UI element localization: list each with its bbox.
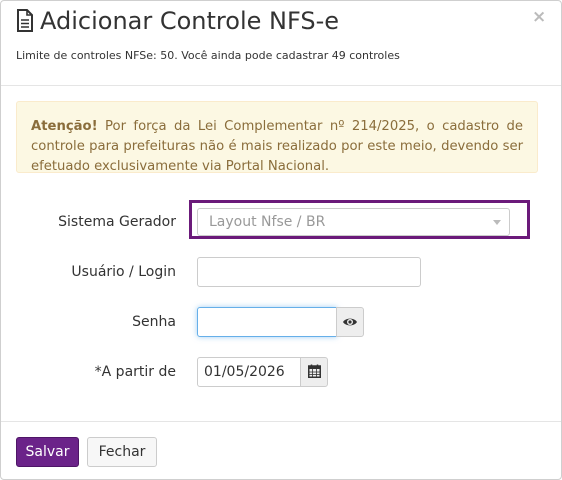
a-partir-de-label: *A partir de (94, 364, 176, 380)
modal-footer: Salvar Fechar (1, 421, 561, 479)
usuario-label: Usuário / Login (71, 264, 176, 280)
alert-body: Por força da Lei Complementar nº 214/202… (31, 119, 523, 174)
document-icon (16, 9, 34, 33)
alert-strong: Atenção! (31, 119, 98, 134)
modal-title: Adicionar Controle NFS-e (40, 7, 340, 35)
date-picker-button[interactable] (300, 357, 328, 387)
sistema-gerador-placeholder: Layout Nfse / BR (209, 214, 326, 230)
eye-icon (342, 313, 358, 332)
save-button[interactable]: Salvar (16, 437, 79, 467)
close-icon[interactable]: × (532, 7, 546, 27)
modal-dialog: Adicionar Controle NFS-e × Limite de con… (0, 0, 562, 480)
sistema-gerador-label: Sistema Gerador (58, 214, 176, 230)
warning-alert: Atenção! Por força da Lei Complementar n… (16, 101, 538, 174)
a-partir-de-input[interactable] (197, 357, 301, 387)
usuario-input[interactable] (197, 257, 421, 287)
chevron-down-icon (493, 220, 501, 225)
alert-message: Atenção! Por força da Lei Complementar n… (31, 102, 523, 177)
calendar-icon (307, 363, 321, 382)
senha-input[interactable] (197, 307, 337, 337)
senha-label: Senha (132, 314, 176, 330)
show-password-button[interactable] (336, 307, 364, 337)
sistema-gerador-select[interactable]: Layout Nfse / BR (197, 208, 510, 236)
controls-limit-text: Limite de controles NFSe: 50. Você ainda… (16, 49, 400, 62)
close-button[interactable]: Fechar (87, 437, 157, 467)
modal-header: Adicionar Controle NFS-e × Limite de con… (1, 1, 561, 86)
